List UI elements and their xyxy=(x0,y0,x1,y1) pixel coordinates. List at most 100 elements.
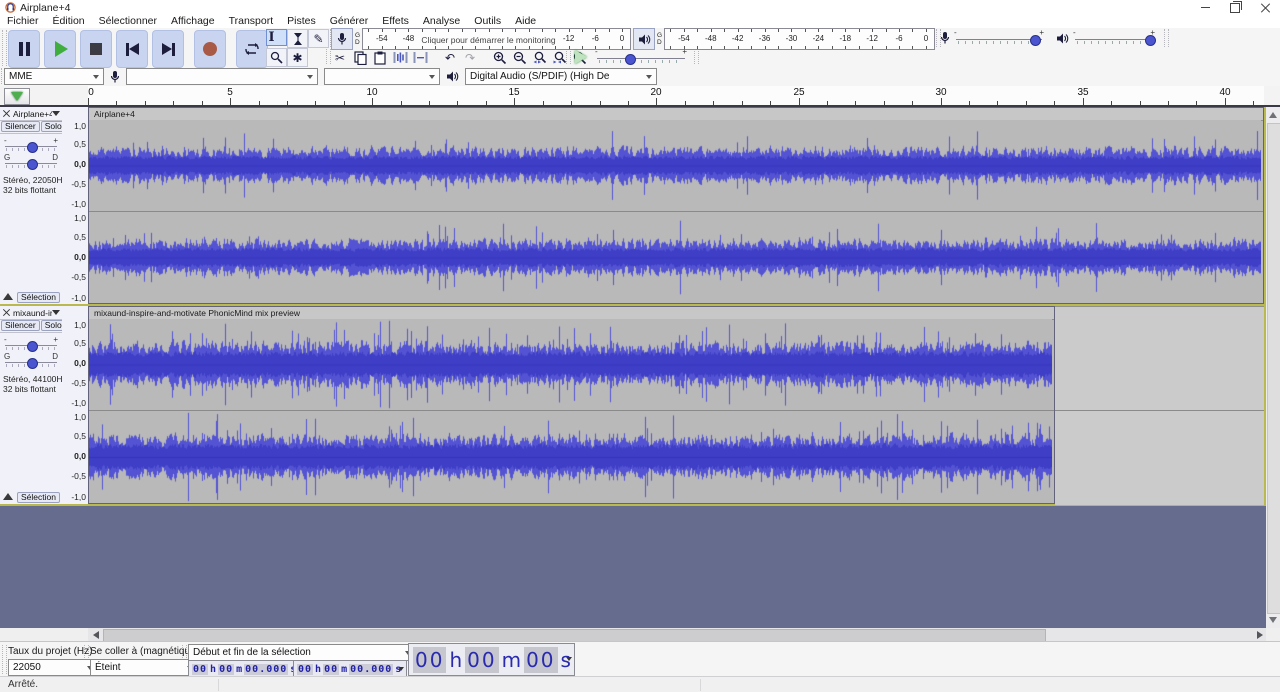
silence-selection-button[interactable] xyxy=(411,50,429,66)
menu-item-8[interactable]: Analyse xyxy=(416,15,467,28)
skip-to-start-button[interactable] xyxy=(116,30,148,68)
recording-volume-slider[interactable]: - + xyxy=(954,30,1044,46)
minimize-button[interactable] xyxy=(1190,0,1220,15)
recording-meter-scale[interactable]: Cliquer pour démarrer le monitoring -54-… xyxy=(362,28,631,50)
position-seconds[interactable]: 00 xyxy=(524,647,557,673)
vertical-scale[interactable]: 1,0 0,5 0,0 -0,5 -1,0 1,0 0,5 0,0 -0,5 -… xyxy=(62,107,89,304)
trim-outside-selection-button[interactable] xyxy=(391,50,409,66)
track-control-panel[interactable]: mixaund-ins Silencer Solo - + G D xyxy=(0,306,62,504)
play-at-speed-button[interactable] xyxy=(572,49,590,65)
undo-button[interactable]: ↶ xyxy=(441,50,459,66)
restore-button[interactable] xyxy=(1220,0,1250,15)
scroll-left-icon[interactable] xyxy=(93,631,99,639)
recording-device-select[interactable] xyxy=(126,68,318,85)
scroll-up-icon[interactable] xyxy=(1269,112,1277,118)
collapse-track-icon[interactable] xyxy=(3,493,13,500)
mute-button[interactable]: Silencer xyxy=(1,121,40,132)
audio-position-display[interactable]: 00 h 00 m 00 s xyxy=(408,643,575,676)
project-rate-select[interactable]: 22050 xyxy=(8,659,98,676)
zoom-out-button[interactable] xyxy=(511,50,529,66)
horizontal-scrollbar[interactable] xyxy=(0,628,1280,641)
collapse-track-icon[interactable] xyxy=(3,293,13,300)
copy-button[interactable] xyxy=(351,50,369,66)
pause-button[interactable] xyxy=(8,30,40,68)
scroll-down-icon[interactable] xyxy=(1269,617,1277,623)
playback-volume-thumb[interactable] xyxy=(1145,35,1156,46)
play-meter-button[interactable] xyxy=(633,28,655,50)
pan-slider[interactable]: G D xyxy=(4,154,58,170)
playback-meter-scale[interactable]: -54-48-42-36-30-24-18-12-60 xyxy=(664,28,935,50)
timeline-ruler[interactable]: 0510152025303540 xyxy=(88,86,1264,106)
menu-item-9[interactable]: Outils xyxy=(467,15,508,28)
scroll-right-icon[interactable] xyxy=(1257,631,1263,639)
empty-track-background[interactable] xyxy=(1055,306,1264,505)
track-name[interactable]: mixaund-ins xyxy=(13,308,52,318)
vertical-scrollbar[interactable] xyxy=(1266,107,1280,628)
minutes-value[interactable]: 00 xyxy=(218,664,234,675)
track-selection-button[interactable]: Sélection xyxy=(17,492,60,503)
hours-value[interactable]: 00 xyxy=(192,664,208,675)
pan-thumb[interactable] xyxy=(27,358,38,369)
chevron-down-icon[interactable] xyxy=(566,657,572,661)
playback-device-select[interactable]: Digital Audio (S/PDIF) (High De xyxy=(465,68,657,85)
chevron-down-icon[interactable] xyxy=(398,667,404,671)
mute-button[interactable]: Silencer xyxy=(1,320,40,331)
seconds-value[interactable]: 00.000 xyxy=(349,664,393,675)
close-track-icon[interactable] xyxy=(3,110,10,117)
waveform-channel-left[interactable] xyxy=(89,319,1052,410)
zoom-to-selection-button[interactable] xyxy=(531,50,549,66)
menu-item-0[interactable]: Fichier xyxy=(0,15,46,28)
audio-clip[interactable]: Airplane+4 xyxy=(88,107,1264,304)
track-menu-chevron-icon[interactable] xyxy=(52,111,60,116)
audio-host-select[interactable]: MME xyxy=(4,68,104,85)
playback-volume-slider[interactable]: - + xyxy=(1073,30,1155,46)
play-button[interactable] xyxy=(44,30,76,68)
zoom-in-button[interactable] xyxy=(491,50,509,66)
gain-slider[interactable]: - + xyxy=(4,336,58,352)
track-name[interactable]: Airplane+4 xyxy=(13,109,52,119)
waveform-channel-right[interactable] xyxy=(89,411,1052,503)
menu-item-3[interactable]: Affichage xyxy=(164,15,222,28)
selection-mode-select[interactable]: Début et fin de la sélection xyxy=(188,644,416,661)
position-hours[interactable]: 00 xyxy=(413,647,446,673)
redo-button[interactable]: ↷ xyxy=(461,50,479,66)
playback-meter[interactable]: GD -54-48-42-36-30-24-18-12-60 xyxy=(633,29,935,49)
track-selection-button[interactable]: Sélection xyxy=(17,292,60,303)
snap-to-select[interactable]: Éteint xyxy=(90,659,198,676)
position-minutes[interactable]: 00 xyxy=(465,647,498,673)
loop-button[interactable] xyxy=(236,30,268,68)
playback-speed-slider[interactable]: - + xyxy=(595,49,687,65)
menu-item-2[interactable]: Sélectionner xyxy=(92,15,164,28)
menu-item-6[interactable]: Générer xyxy=(323,15,376,28)
stop-button[interactable] xyxy=(80,30,112,68)
vertical-scale[interactable]: 1,0 0,5 0,0 -0,5 -1,0 1,0 0,5 0,0 -0,5 -… xyxy=(62,306,89,504)
playback-speed-thumb[interactable] xyxy=(625,54,636,65)
track-menu-chevron-icon[interactable] xyxy=(52,310,60,315)
menu-item-10[interactable]: Aide xyxy=(508,15,543,28)
menu-item-5[interactable]: Pistes xyxy=(280,15,323,28)
recording-channels-select[interactable] xyxy=(324,68,440,85)
track-control-panel[interactable]: Airplane+4 Silencer Solo - + G D xyxy=(0,107,62,304)
multi-tool-button[interactable]: ✱ xyxy=(287,48,308,67)
skip-to-end-button[interactable] xyxy=(152,30,184,68)
cut-button[interactable]: ✂ xyxy=(331,50,349,66)
waveform-channel-left[interactable] xyxy=(89,120,1261,211)
recording-meter[interactable]: GD Cliquer pour démarrer le monitoring -… xyxy=(331,29,631,49)
close-track-icon[interactable] xyxy=(3,309,10,316)
monitoring-hint-text[interactable]: Cliquer pour démarrer le monitoring xyxy=(421,35,555,45)
paste-button[interactable] xyxy=(371,50,389,66)
audio-clip[interactable]: mixaund-inspire-and-motivate PhonicMind … xyxy=(88,306,1055,504)
minutes-value[interactable]: 00 xyxy=(323,664,339,675)
vertical-scrollbar-thumb[interactable] xyxy=(1267,123,1280,614)
menu-item-7[interactable]: Effets xyxy=(375,15,416,28)
pan-thumb[interactable] xyxy=(27,159,38,170)
seconds-value[interactable]: 00.000 xyxy=(244,664,288,675)
selection-tool-button[interactable]: I xyxy=(266,29,287,46)
fit-project-button[interactable] xyxy=(551,50,569,66)
draw-tool-button[interactable]: ✎ xyxy=(308,29,329,48)
hours-value[interactable]: 00 xyxy=(297,664,313,675)
gain-slider[interactable]: - + xyxy=(4,137,58,153)
record-meter-button[interactable] xyxy=(331,28,353,50)
zoom-tool-button[interactable] xyxy=(266,48,287,67)
timeline-options-button[interactable] xyxy=(4,88,30,105)
